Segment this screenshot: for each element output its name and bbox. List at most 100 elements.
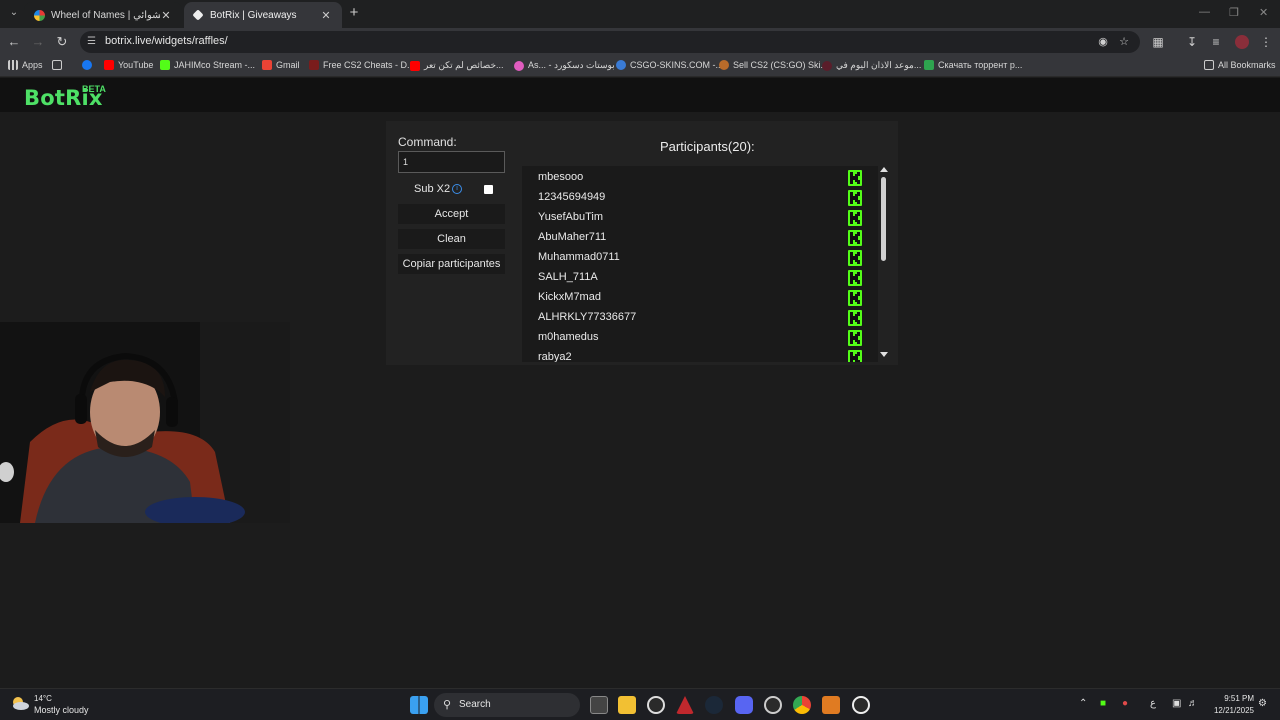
- webcam-overlay: [0, 322, 290, 523]
- browser-toolbar: ← → ↻ ☰ botrix.live/widgets/raffles/ ◉ ☆…: [0, 28, 1280, 56]
- accept-button[interactable]: Accept: [398, 204, 505, 224]
- youtube-icon: [104, 60, 114, 70]
- clean-button[interactable]: Clean: [398, 229, 505, 249]
- site-header: BotRix BETA: [0, 78, 1280, 112]
- tab-botrix-giveaways[interactable]: BotRix | Giveaways ✕: [184, 2, 342, 28]
- close-icon[interactable]: ✕: [160, 9, 172, 22]
- eye-off-icon[interactable]: ◉: [1096, 35, 1110, 49]
- bookmark-sell-cs2[interactable]: Sell CS2 (CS:GO) Ski...: [719, 60, 828, 70]
- search-icon: ⚲: [443, 699, 452, 711]
- language-indicator[interactable]: ع: [1150, 698, 1156, 709]
- tray-chevron-icon[interactable]: ⌃: [1079, 698, 1087, 709]
- wheel-favicon-icon: [34, 9, 45, 21]
- extensions-icon[interactable]: ▦: [1150, 34, 1166, 50]
- taskbar-search[interactable]: ⚲ Search: [434, 693, 580, 717]
- participant-name: YusefAbuTim: [538, 211, 604, 223]
- cloud-moon-icon[interactable]: [10, 696, 30, 710]
- command-label: Command:: [398, 135, 457, 149]
- forward-icon[interactable]: →: [30, 34, 46, 50]
- clock[interactable]: 9:51 PM 12/21/2025: [1208, 693, 1254, 717]
- file-explorer-icon[interactable]: [618, 696, 636, 714]
- address-bar[interactable]: ☰ botrix.live/widgets/raffles/ ◉ ☆: [80, 31, 1140, 53]
- mosque-icon: [822, 60, 832, 71]
- scrollbar-thumb[interactable]: [881, 177, 886, 261]
- bookmark-jahimco[interactable]: JAHIMco Stream -...: [160, 60, 255, 70]
- participant-name: m0hamedus: [538, 331, 599, 343]
- participants-title: Participants(20):: [660, 139, 755, 154]
- bookmark-gmail[interactable]: Gmail: [262, 60, 300, 70]
- bookmark-grid[interactable]: [52, 60, 66, 70]
- volume-icon[interactable]: ♬: [1188, 698, 1198, 709]
- bookmark-discord-posts[interactable]: As... - بوستات دسكورد: [514, 60, 615, 71]
- participant-name: ALHRKLY77336677: [538, 311, 637, 323]
- kick-icon: [848, 210, 862, 226]
- list-item: rabya2: [538, 348, 864, 362]
- participant-name: KickxM7mad: [538, 291, 601, 303]
- list-item: m0hamedus: [538, 328, 864, 348]
- chrome-icon[interactable]: [793, 696, 811, 714]
- bookmark-torrent[interactable]: Скачать торрент p...: [924, 60, 1022, 70]
- url-text[interactable]: botrix.live/widgets/raffles/: [105, 35, 228, 47]
- red-app-icon[interactable]: [676, 696, 694, 714]
- bookmark-arabic-features[interactable]: خصائص لم تكن تعر...: [410, 60, 504, 71]
- network-icon[interactable]: ▣: [1172, 698, 1181, 709]
- scroll-down-icon[interactable]: [880, 352, 888, 357]
- sell-skins-icon: [719, 60, 729, 70]
- bookmark-youtube[interactable]: YouTube: [104, 60, 153, 70]
- restore-icon[interactable]: ❐: [1229, 6, 1239, 19]
- g-app-icon[interactable]: [647, 696, 665, 714]
- list-item: YusefAbuTim: [538, 208, 864, 228]
- app-icon[interactable]: [764, 696, 782, 714]
- weather-temp[interactable]: 14°C: [34, 694, 52, 703]
- star-icon[interactable]: ☆: [1117, 35, 1131, 49]
- kick-tray-icon[interactable]: ■: [1100, 698, 1106, 709]
- heart-icon: [514, 60, 524, 71]
- copy-participants-button[interactable]: Copiar participantes: [398, 254, 505, 274]
- back-icon[interactable]: ←: [6, 34, 22, 50]
- windows-start-icon[interactable]: [410, 696, 428, 714]
- tab-search-icon[interactable]: ⌄: [6, 5, 22, 21]
- command-input[interactable]: [398, 151, 505, 173]
- list-item: 12345694949: [538, 188, 864, 208]
- profile-avatar[interactable]: [1235, 35, 1249, 49]
- tab-wheel-of-names[interactable]: Wheel of Names | اسم العشوائي ✕: [24, 2, 182, 28]
- all-bookmarks[interactable]: All Bookmarks: [1204, 60, 1276, 70]
- bookmark-apps[interactable]: Apps: [8, 60, 43, 70]
- subx2-checkbox[interactable]: [484, 185, 493, 194]
- download-icon[interactable]: ↧: [1184, 34, 1200, 50]
- reload-icon[interactable]: ↻: [54, 34, 70, 50]
- list-item: Muhammad0711: [538, 248, 864, 268]
- settings-gear-icon[interactable]: [852, 696, 870, 714]
- bookmark-prayer-time[interactable]: موعد الاذان اليوم في...: [822, 60, 921, 71]
- youtube-icon: [410, 60, 420, 71]
- bookmark-facebook[interactable]: [82, 60, 96, 70]
- more-menu-icon[interactable]: ⋮: [1258, 34, 1274, 50]
- notification-icon[interactable]: ⚙: [1258, 698, 1267, 709]
- list-item: AbuMaher711: [538, 228, 864, 248]
- window-close-icon[interactable]: ✕: [1259, 6, 1268, 19]
- mic-icon[interactable]: ●: [1122, 698, 1128, 709]
- bookmark-cs2-cheats[interactable]: Free CS2 Cheats - D...: [309, 60, 415, 70]
- info-icon[interactable]: i: [452, 184, 462, 194]
- discord-icon[interactable]: [735, 696, 753, 714]
- bookmark-csgo-skins[interactable]: CSGO-SKINS.COM -...: [616, 60, 723, 70]
- close-icon[interactable]: ✕: [320, 9, 332, 22]
- task-view-icon[interactable]: [590, 696, 608, 714]
- participant-name: rabya2: [538, 351, 572, 362]
- scroll-up-icon[interactable]: [880, 167, 888, 172]
- taskbar: 14°C Mostly cloudy ⚲ Search ⌃ ■ ● ع ▣ ♬ …: [0, 688, 1280, 720]
- minimize-icon[interactable]: —: [1199, 6, 1210, 18]
- reading-list-icon[interactable]: ≡: [1208, 34, 1224, 50]
- kick-icon: [848, 170, 862, 186]
- orange-app-icon[interactable]: [822, 696, 840, 714]
- clock-date: 12/21/2025: [1213, 706, 1254, 715]
- bookmarks-bar: Apps YouTube JAHIMco Stream -... Gmail F…: [0, 56, 1280, 77]
- new-tab-icon[interactable]: +: [346, 5, 362, 21]
- participants-list[interactable]: mbesooo 12345694949 YusefAbuTim AbuMaher…: [522, 166, 878, 362]
- steam-icon[interactable]: [705, 696, 723, 714]
- grid-icon: [52, 60, 62, 70]
- clock-time: 9:51 PM: [1224, 694, 1254, 703]
- site-info-icon[interactable]: ☰: [87, 36, 99, 48]
- weather-desc[interactable]: Mostly cloudy: [34, 705, 89, 715]
- tab-strip: ⌄ Wheel of Names | اسم العشوائي ✕ BotRix…: [0, 0, 1280, 28]
